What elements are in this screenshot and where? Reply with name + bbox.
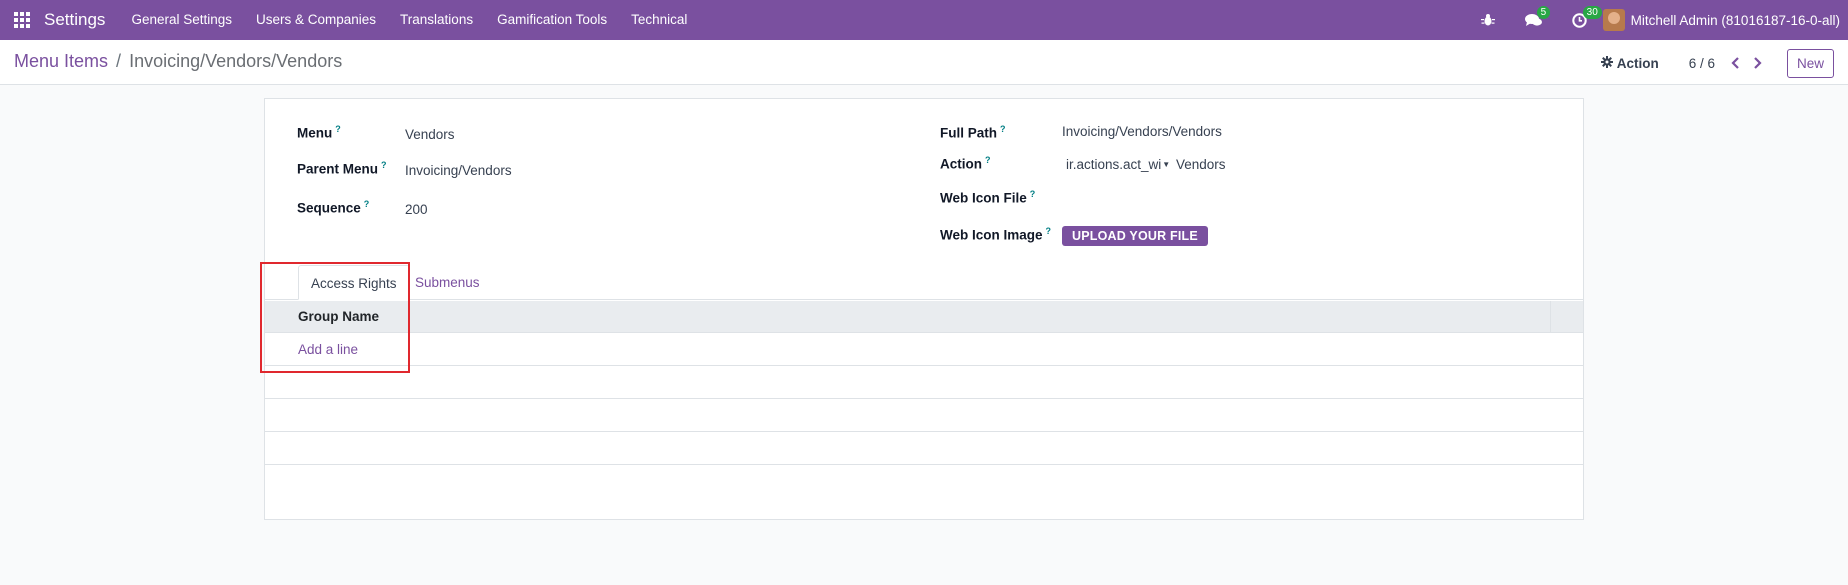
messages-count-badge: 5 [1536, 6, 1551, 19]
full-path-label-text: Full Path [940, 125, 997, 141]
menu-users-companies[interactable]: Users & Companies [244, 0, 388, 40]
parent-menu-field-value[interactable]: Invoicing/Vendors [405, 163, 512, 178]
debug-bug-icon[interactable] [1465, 0, 1511, 40]
control-panel-actions: Action 6 / 6 New [1600, 48, 1834, 78]
sequence-label-text: Sequence [297, 200, 361, 216]
action-type-select[interactable]: ir.actions.act_wi ▼ [1066, 157, 1170, 172]
action-menu-button[interactable]: Action [1600, 55, 1659, 71]
list-row-empty [265, 366, 1583, 399]
action-label-text: Action [940, 156, 982, 172]
parent-menu-label-text: Parent Menu [297, 161, 379, 177]
pager-previous-chevron-left-icon[interactable] [1725, 52, 1747, 74]
help-tooltip-icon[interactable]: ? [364, 199, 370, 209]
action-type-value: ir.actions.act_wi [1066, 157, 1162, 172]
form-sheet: Menu? Vendors Parent Menu? Invoicing/Ven… [264, 98, 1584, 520]
action-record-value[interactable]: Vendors [1176, 157, 1226, 172]
help-tooltip-icon[interactable]: ? [1000, 124, 1006, 134]
help-tooltip-icon[interactable]: ? [335, 124, 341, 134]
help-tooltip-icon[interactable]: ? [1030, 189, 1036, 199]
help-tooltip-icon[interactable]: ? [381, 160, 387, 170]
pager-value[interactable]: 6 / 6 [1689, 56, 1715, 71]
list-row-empty [265, 399, 1583, 432]
activities-clock-icon[interactable]: 30 [1557, 0, 1603, 40]
highlight-annotation-box [260, 262, 410, 373]
action-field-label: Action? [940, 155, 991, 172]
messages-chat-icon[interactable]: 5 [1511, 0, 1557, 40]
gear-icon [1600, 55, 1613, 71]
sequence-field-label: Sequence? [297, 199, 369, 216]
notebook-tabs: Access Rights Submenus [265, 265, 1583, 300]
menu-label-text: Menu [297, 125, 333, 141]
activities-count-badge: 30 [1582, 6, 1602, 19]
breadcrumb-separator: / [116, 51, 122, 71]
app-brand[interactable]: Settings [44, 10, 105, 30]
user-name[interactable]: Mitchell Admin (81016187-16-0-all) [1631, 13, 1840, 28]
menu-technical[interactable]: Technical [619, 0, 699, 40]
breadcrumb-menu-items[interactable]: Menu Items [14, 51, 108, 72]
column-end-divider [1550, 301, 1551, 333]
help-tooltip-icon[interactable]: ? [985, 155, 991, 165]
breadcrumb-current: Invoicing/Vendors/Vendors [129, 51, 343, 71]
sequence-field-value[interactable]: 200 [405, 202, 428, 217]
full-path-field-value: Invoicing/Vendors/Vendors [1062, 124, 1222, 139]
breadcrumb: Menu Items / Invoicing/Vendors/Vendors [14, 51, 342, 72]
access-rights-list-header: Group Name [265, 301, 1583, 333]
help-tooltip-icon[interactable]: ? [1046, 226, 1052, 236]
control-panel: Menu Items / Invoicing/Vendors/Vendors A… [0, 40, 1848, 85]
web-icon-image-label-text: Web Icon Image [940, 227, 1043, 243]
menu-gamification-tools[interactable]: Gamification Tools [485, 0, 619, 40]
list-row-empty [265, 432, 1583, 465]
systray: 5 30 Mitchell Admin (81016187-16-0-all) [1465, 0, 1848, 40]
top-navbar: Settings General Settings Users & Compan… [0, 0, 1848, 40]
tab-submenus[interactable]: Submenus [403, 265, 492, 300]
menu-translations[interactable]: Translations [388, 0, 485, 40]
web-icon-file-field-label: Web Icon File? [940, 189, 1035, 206]
menu-field-label: Menu? [297, 124, 341, 141]
list-row-add-line: Add a line [265, 333, 1583, 366]
parent-menu-field-label: Parent Menu? [297, 160, 387, 177]
menu-field-value[interactable]: Vendors [405, 127, 455, 142]
full-path-field-label: Full Path? [940, 124, 1006, 141]
web-icon-image-field-label: Web Icon Image? [940, 226, 1051, 243]
caret-down-icon: ▼ [1162, 160, 1171, 169]
user-avatar[interactable] [1602, 9, 1625, 31]
upload-your-file-button[interactable]: UPLOAD YOUR FILE [1062, 226, 1208, 246]
apps-menu-icon[interactable] [0, 0, 44, 40]
menu-general-settings[interactable]: General Settings [119, 0, 244, 40]
new-button[interactable]: New [1786, 48, 1834, 78]
pager-next-chevron-right-icon[interactable] [1747, 52, 1769, 74]
action-label: Action [1616, 55, 1659, 71]
web-icon-file-label-text: Web Icon File [940, 190, 1027, 206]
